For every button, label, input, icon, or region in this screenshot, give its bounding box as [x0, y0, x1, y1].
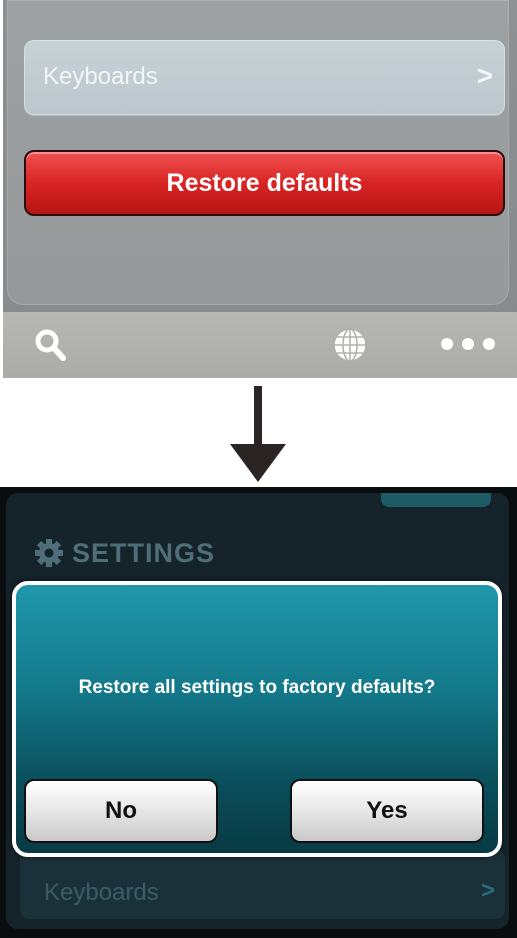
keyboards-label: Keyboards [43, 63, 158, 90]
settings-title: SETTINGS [72, 537, 216, 568]
settings-header: SETTINGS [34, 533, 215, 573]
after-screen: SETTINGS Keyboards > Restore all setting… [0, 487, 517, 938]
arrow-down-icon [230, 386, 286, 482]
confirm-dialog: Restore all settings to factory defaults… [12, 581, 502, 857]
chevron-right-icon: > [480, 877, 495, 904]
teal-tab-accent [381, 493, 491, 507]
bottom-toolbar [3, 312, 517, 378]
more-icon[interactable] [440, 337, 496, 351]
keyboards-row[interactable]: Keyboards > [24, 40, 505, 115]
dialog-message: Restore all settings to factory defaults… [78, 677, 436, 698]
keyboards-label: Keyboards [44, 879, 159, 906]
yes-button[interactable]: Yes [290, 779, 484, 843]
chevron-right-icon: > [476, 60, 493, 91]
no-button[interactable]: No [24, 779, 218, 843]
gear-icon [35, 539, 63, 567]
before-screen: Keyboards > Restore defaults [3, 0, 517, 378]
search-icon[interactable] [33, 327, 67, 363]
globe-icon[interactable] [331, 326, 369, 364]
keyboards-row-dimmed: Keyboards > [20, 849, 505, 919]
restore-defaults-button[interactable]: Restore defaults [24, 150, 505, 216]
settings-card: Keyboards > Restore defaults [7, 0, 509, 305]
